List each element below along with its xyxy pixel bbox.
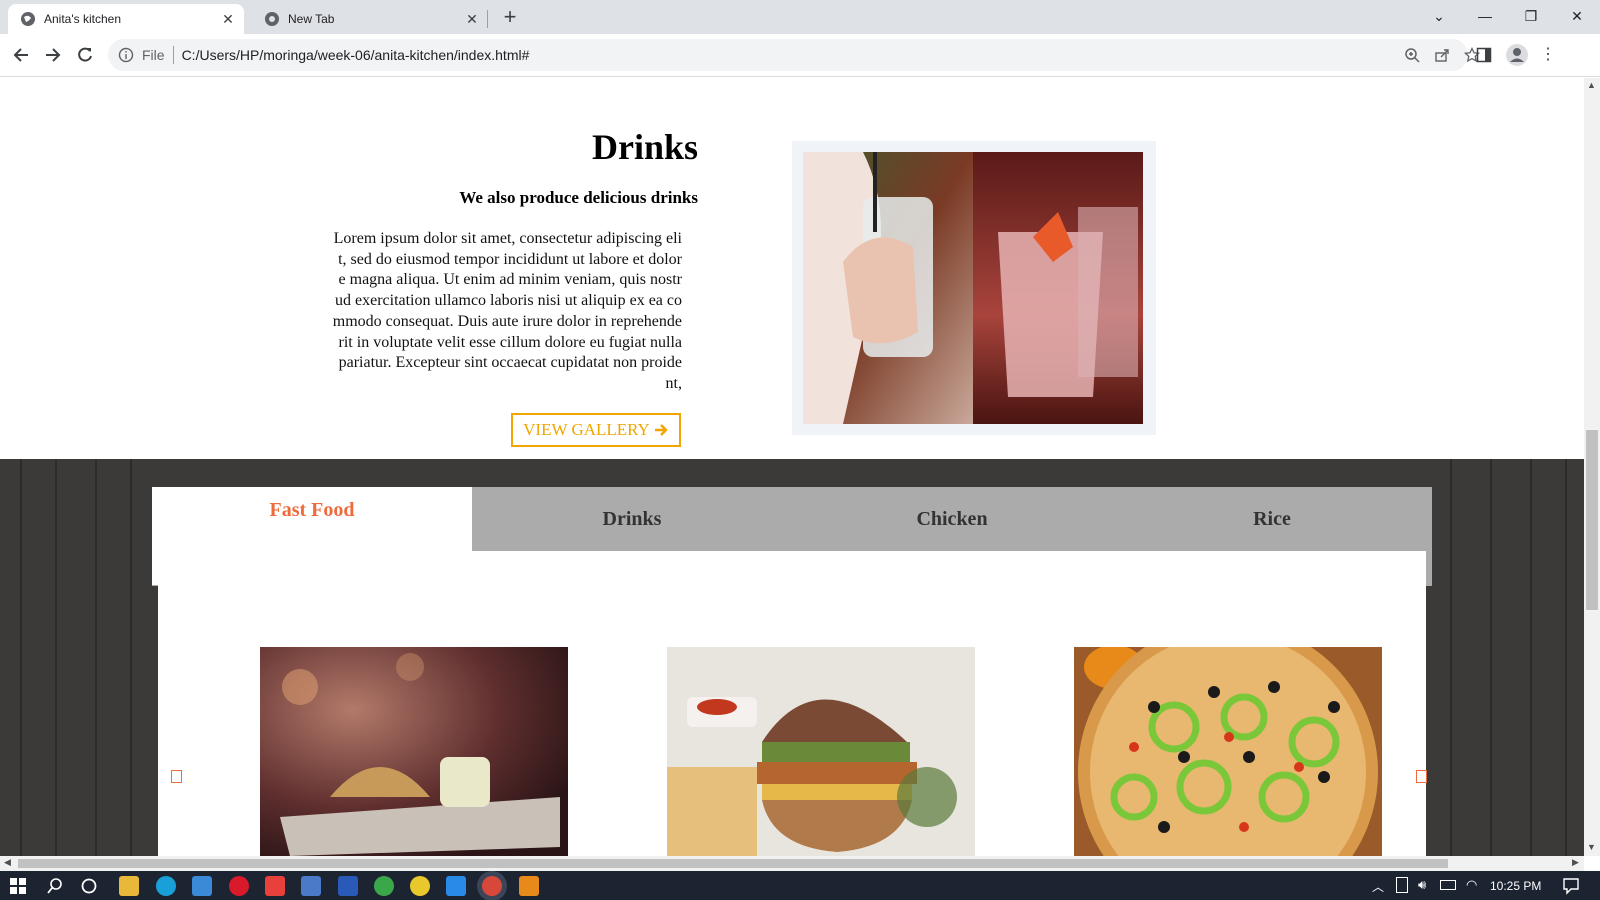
horizontal-scroll-thumb[interactable] [18,859,1448,868]
browser-toolbar: File C:/Users/HP/moringa/week-06/anita-k… [0,34,1600,77]
appetizer-image [260,647,568,856]
show-hidden-icons-icon[interactable]: ︿ [1372,878,1384,895]
carousel-next-button[interactable] [1416,770,1427,783]
forward-icon[interactable] [38,40,68,70]
arrow-right-icon [654,424,668,436]
new-tab-button[interactable]: + [498,5,522,29]
wood-grain [55,459,57,859]
tab-drinks[interactable]: Drinks [472,487,792,551]
back-icon[interactable] [6,40,36,70]
opera-icon[interactable] [229,876,249,896]
tab-chicken[interactable]: Chicken [792,487,1112,551]
volume-icon[interactable]: 🔊︎ [1418,877,1426,893]
wifi-icon[interactable]: ◠ [1466,877,1477,893]
minimize-button[interactable]: — [1462,0,1508,32]
side-panel-icon[interactable] [1476,47,1492,63]
view-gallery-label: VIEW GALLERY [523,420,650,439]
share-icon[interactable] [1434,47,1450,63]
drinks-image [803,152,1143,424]
file-explorer-icon[interactable] [119,876,139,896]
chrome-icon [265,12,279,26]
vscode-icon[interactable] [446,876,466,896]
address-divider [172,46,174,64]
cortana-icon[interactable] [81,878,97,894]
control-panel-icon[interactable] [301,876,321,896]
close-tab-icon[interactable]: ✕ [220,11,236,27]
vlc-icon[interactable] [519,876,539,896]
restore-button[interactable]: ❐ [1508,0,1554,32]
tab-title: New Tab [288,12,335,26]
chrome-taskbar-icon[interactable] [374,876,394,896]
drinks-heading: Drinks [591,127,698,167]
zoom-icon[interactable] [1404,47,1420,63]
food-card-pizza[interactable] [1074,647,1382,856]
wood-grain [1450,459,1452,859]
tab-label: Fast Food [269,499,355,521]
browser-tab-strip: Anita's kitchen ✕ New Tab ✕ + ⌄ — ❐ ✕ [0,0,1600,34]
battery-icon[interactable] [1396,877,1408,893]
tab-label: Chicken [916,507,988,530]
wood-grain [1530,459,1532,859]
food-card-appetizer[interactable] [260,647,568,856]
tab-search-icon[interactable]: ⌄ [1416,0,1462,32]
person-icon [1510,48,1524,62]
tab-rice[interactable]: Rice [1112,487,1432,551]
menu-dots-icon[interactable]: ⋮ [1540,44,1556,66]
scroll-right-arrow-icon[interactable]: ▶ [1572,857,1579,868]
burger-image [667,647,975,856]
globe-icon [21,12,35,26]
app-icon[interactable] [265,876,285,896]
pizza-image [1074,647,1382,856]
wood-grain [95,459,97,859]
notifications-icon[interactable] [1562,877,1580,895]
edge-icon[interactable] [156,876,176,896]
mail-icon[interactable] [192,876,212,896]
tab-anitas-kitchen[interactable]: Anita's kitchen ✕ [8,4,244,34]
wood-grain [130,459,132,859]
reload-icon[interactable] [70,40,100,70]
scheme-label: File [142,47,165,63]
view-gallery-button[interactable]: VIEW GALLERY [511,413,681,447]
address-bar[interactable]: File C:/Users/HP/moringa/week-06/anita-k… [108,39,1480,71]
wood-grain [1490,459,1492,859]
food-card-burger[interactable] [667,647,975,856]
wood-grain [20,459,22,859]
scroll-up-arrow-icon[interactable]: ▲ [1587,80,1596,90]
word-icon[interactable] [338,876,358,896]
tab-label: Rice [1253,507,1291,530]
carousel-prev-button[interactable] [171,770,182,783]
scroll-left-arrow-icon[interactable]: ◀ [4,857,11,868]
tab-new-tab[interactable]: New Tab ✕ [252,4,488,34]
info-icon[interactable] [118,47,134,63]
tab-divider [487,10,488,28]
taskbar-clock[interactable]: 10:25 PM [1490,879,1541,893]
drinks-subtitle: We also produce delicious drinks [459,188,698,207]
chrome-taskbar-icon[interactable] [410,876,430,896]
tab-label: Drinks [602,507,662,530]
search-icon[interactable] [47,878,63,894]
profile-avatar[interactable] [1506,44,1528,66]
windows-start-icon[interactable] [10,878,26,894]
url-text: C:/Users/HP/moringa/week-06/anita-kitche… [181,47,530,63]
close-tab-icon[interactable]: ✕ [464,11,480,27]
drinks-description: Lorem ipsum dolor sit amet, consectetur … [332,230,682,392]
windows-taskbar: ︿ 🔊︎ ◠ 10:25 PM [0,871,1600,900]
chrome-active-icon[interactable] [482,876,502,896]
network-icon[interactable] [1440,880,1456,890]
close-window-button[interactable]: ✕ [1554,0,1600,32]
tab-title: Anita's kitchen [44,12,121,26]
scroll-down-arrow-icon[interactable]: ▼ [1587,842,1596,852]
vertical-scroll-thumb[interactable] [1586,430,1598,610]
wood-grain [1565,459,1567,859]
